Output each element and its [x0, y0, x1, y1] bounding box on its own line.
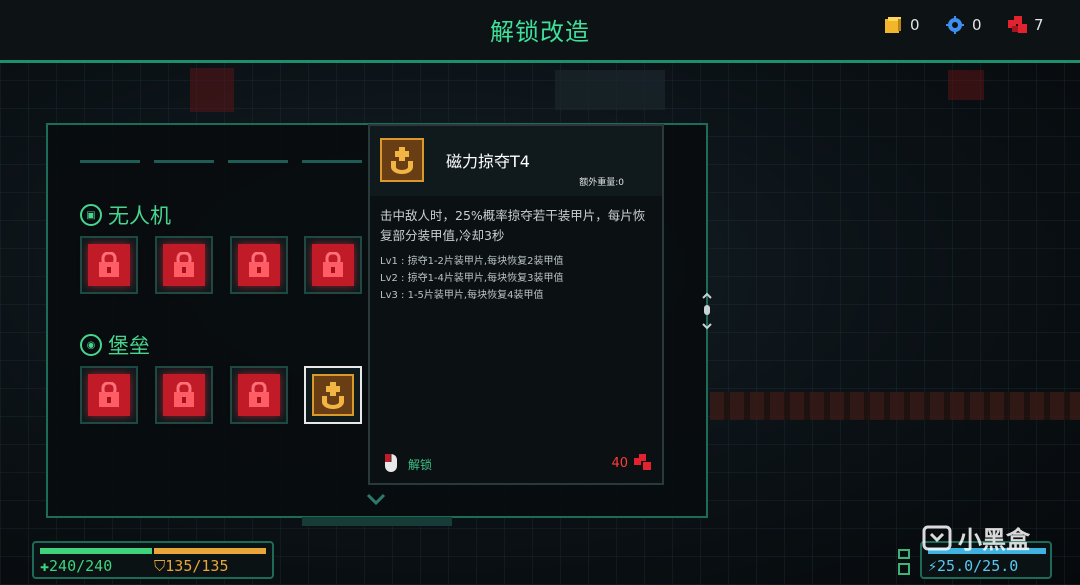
fortress-slot-magnet-loot[interactable] — [304, 366, 362, 424]
hp-bar — [40, 548, 152, 554]
upgrade-name: 磁力掠夺T4 — [446, 152, 530, 171]
lock-icon — [249, 382, 269, 407]
gold-block-icon — [884, 16, 902, 34]
watermark-text: 小黑盒 — [958, 526, 1030, 554]
mouse-left-click-icon — [385, 454, 397, 472]
resource-parts-count: 7 — [1034, 16, 1044, 34]
level-2-text: Lv2 : 掠夺1-4片装甲片,每块恢复3装甲值 — [380, 273, 564, 284]
extra-weight: 额外重量:0 — [579, 178, 624, 188]
background-red-tile — [190, 68, 234, 112]
magnet-loot-icon — [322, 382, 344, 409]
player-status-hud: ✚240/240 ⛉135/135 — [32, 541, 274, 579]
energy-value: ⚡25.0/25.0 — [928, 557, 1019, 575]
drone-slot-4[interactable] — [304, 236, 362, 294]
tab-dividers — [80, 160, 362, 163]
watermark: 小黑盒 — [922, 520, 1030, 555]
background-red-tile — [948, 70, 984, 100]
fortress-slot-3[interactable] — [230, 366, 288, 424]
scroll-indicator-icon[interactable] — [700, 292, 714, 332]
fortress-slot-2[interactable] — [155, 366, 213, 424]
shield-bar — [154, 548, 266, 554]
unlock-button[interactable]: 解锁 — [408, 456, 432, 473]
section-fortress-label: 堡垒 — [108, 334, 150, 358]
lock-icon — [249, 252, 269, 277]
red-parts-icon — [1008, 16, 1027, 34]
lock-icon — [323, 252, 343, 277]
section-drone-label: 无人机 — [108, 204, 171, 228]
ammo-icon — [898, 549, 910, 575]
drone-slot-1[interactable] — [80, 236, 138, 294]
section-fortress: ◉ 堡垒 — [80, 330, 150, 360]
upgrade-description: 击中敌人时，25%概率掠夺若干装甲片，每片恢复部分装甲值,冷却3秒 — [380, 208, 646, 243]
magnet-loot-icon — [380, 138, 424, 182]
lock-icon — [174, 252, 194, 277]
chevron-down-icon[interactable] — [366, 493, 386, 505]
xiaoheihe-logo-icon — [922, 525, 952, 550]
drone-icon: ▣ — [80, 204, 102, 226]
shield-value: ⛉135/135 — [154, 557, 229, 575]
section-drone: ▣ 无人机 — [80, 200, 171, 230]
lock-icon — [174, 382, 194, 407]
fortress-slot-1[interactable] — [80, 366, 138, 424]
resource-gear-count: 0 — [972, 16, 982, 34]
level-3-text: Lv3 : 1-5片装甲片,每块恢复4装甲值 — [380, 290, 544, 301]
red-parts-icon — [634, 454, 651, 470]
level-1-text: Lv1 : 掠夺1-2片装甲片,每块恢复2装甲值 — [380, 256, 564, 267]
background-block — [555, 70, 665, 110]
resource-parts: 7 — [1008, 16, 1044, 34]
drone-slot-2[interactable] — [155, 236, 213, 294]
tooltip-footer: 解锁 40 — [370, 445, 662, 483]
blue-gear-icon — [946, 16, 964, 34]
hp-value: ✚240/240 — [40, 557, 113, 575]
top-bar: 解锁改造 0 0 7 — [0, 0, 1080, 63]
resource-gold: 0 — [884, 16, 920, 34]
resource-gear: 0 — [946, 16, 982, 34]
panel-tab — [302, 517, 452, 526]
lock-icon — [99, 382, 119, 407]
resource-gold-count: 0 — [910, 16, 920, 34]
unlock-cost: 40 — [611, 456, 628, 471]
drone-slot-3[interactable] — [230, 236, 288, 294]
fortress-icon: ◉ — [80, 334, 102, 356]
lock-icon — [99, 252, 119, 277]
background-rail — [710, 392, 1080, 420]
tooltip-header: 磁力掠夺T4 额外重量:0 — [370, 126, 662, 196]
upgrade-tooltip: 磁力掠夺T4 额外重量:0 击中敌人时，25%概率掠夺若干装甲片，每片恢复部分装… — [368, 124, 664, 485]
